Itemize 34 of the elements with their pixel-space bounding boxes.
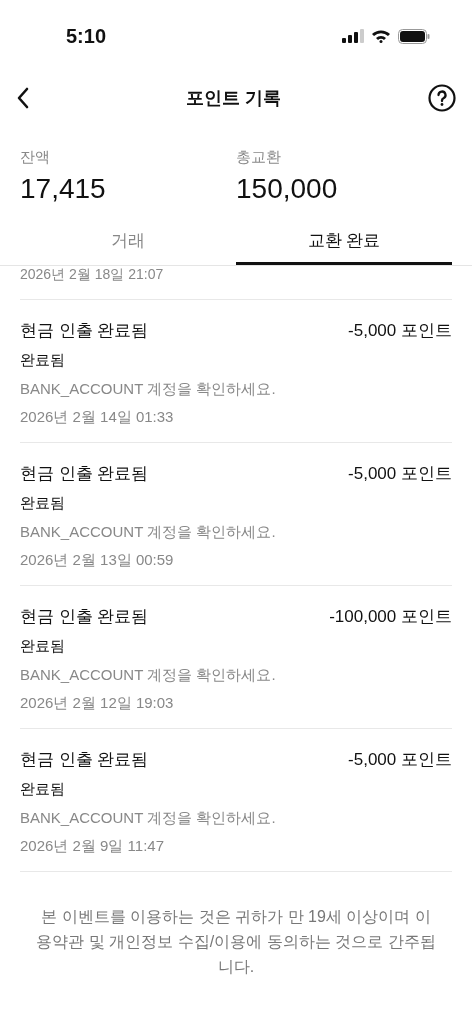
transaction-amount: -100,000 포인트 bbox=[329, 605, 452, 628]
transaction-date: 2026년 2월 9일 11:47 bbox=[20, 836, 165, 856]
transaction-date: 2026년 2월 13일 00:59 bbox=[20, 550, 175, 570]
transaction-status: 완료됨 bbox=[20, 636, 66, 656]
stat-label: 총교환 bbox=[236, 147, 282, 167]
transaction-title: 현금 인출 완료됨 bbox=[20, 748, 149, 771]
wifi-icon bbox=[371, 29, 391, 43]
battery-icon bbox=[398, 28, 430, 44]
transaction-amount: -5,000 포인트 bbox=[348, 748, 452, 771]
transaction-status: 완료됨 bbox=[20, 493, 66, 513]
help-icon[interactable] bbox=[428, 84, 456, 112]
transaction-date: 2026년 2월 18일 21:07 bbox=[20, 265, 164, 282]
tab[interactable]: 교환 완료 bbox=[236, 220, 452, 265]
transaction-status: 완료됨 bbox=[20, 779, 66, 799]
stat-value: 150,000 bbox=[236, 171, 339, 206]
transaction-amount: -5,000 포인트 bbox=[348, 319, 452, 342]
signal-icon bbox=[342, 29, 364, 43]
transaction-date: 2026년 2월 12일 19:03 bbox=[20, 693, 175, 713]
transaction-amount: -5,000 포인트 bbox=[348, 462, 452, 485]
stat-value: 17,415 bbox=[20, 171, 107, 206]
transaction-title: 현금 인출 완료됨 bbox=[20, 605, 149, 628]
transaction-title: 현금 인출 완료됨 bbox=[20, 319, 149, 342]
transaction-status: 완료됨 bbox=[20, 350, 66, 370]
transaction-note: BANK_ACCOUNT 계정을 확인하세요. bbox=[20, 521, 277, 542]
stat-label: 잔액 bbox=[20, 147, 51, 167]
status-time: 5:10 bbox=[66, 24, 107, 49]
page-title: 포인트 기록 bbox=[186, 86, 282, 110]
transaction-note: BANK_ACCOUNT 계정을 확인하세요. bbox=[20, 378, 277, 399]
transaction-title: 현금 인출 완료됨 bbox=[20, 462, 149, 485]
transaction-note: BANK_ACCOUNT 계정을 확인하세요. bbox=[20, 807, 277, 828]
transaction-note: BANK_ACCOUNT 계정을 확인하세요. bbox=[20, 664, 277, 685]
tab[interactable]: 거래 bbox=[20, 220, 236, 265]
disclaimer-text: 본 이벤트를 이용하는 것은 귀하가 만 19세 이상이며 이용약관 및 개인정보 수집/이용에 동의하는 것으로 간주됩니다. bbox=[35, 906, 437, 977]
transaction-date: 2026년 2월 14일 01:33 bbox=[20, 407, 175, 427]
